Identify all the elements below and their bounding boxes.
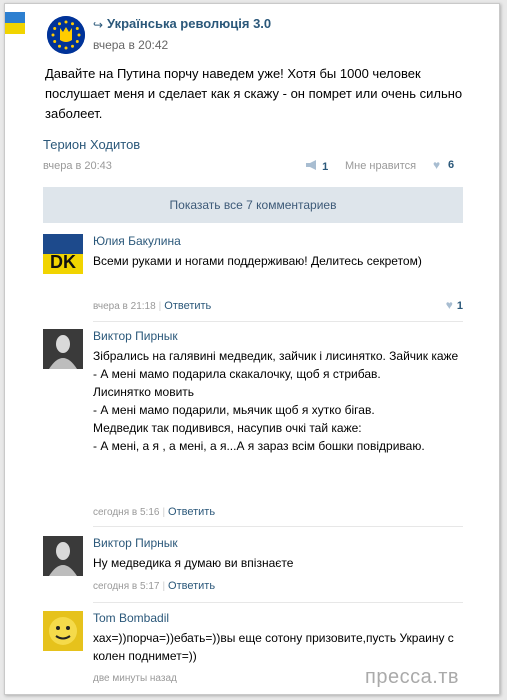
comment-time[interactable]: две минуты назад [93, 673, 177, 684]
post-card: ↪ Украïнська революцiя 3.0 вчера в 20:42… [4, 3, 500, 695]
comment-text: Зiбрались на галявинi медведик, зайчик i… [93, 349, 459, 453]
heart-icon: ♥ [445, 298, 453, 312]
dark-portrait-icon [43, 329, 83, 369]
reply-button[interactable]: Ответить [168, 506, 215, 518]
comment-text: Всеми руками и ногами поддерживаю! Делит… [93, 254, 422, 268]
share-count: 1 [322, 161, 329, 173]
comment-divider [93, 526, 463, 527]
comment-item: DK Юлия Бакулина Всеми руками и ногами п… [43, 234, 463, 314]
comment-time[interactable]: вчера в 21:18 [93, 301, 156, 312]
like-count: 6 [448, 159, 455, 171]
comment-divider [93, 321, 463, 322]
post-text: Давайте на Путина порчу наведем уже! Хот… [45, 66, 463, 121]
comment-text: Ну медведика я думаю ви впiзнаєте [93, 556, 294, 570]
svg-text:DK: DK [50, 252, 76, 272]
comment-meta: сегодня в 5:17 | Ответить [93, 580, 216, 592]
commenter-name[interactable]: Юлия Бакулина [93, 234, 181, 248]
dk-logo-icon: DK [43, 234, 83, 274]
comment-time[interactable]: сегодня в 5:17 [93, 581, 159, 592]
eu-stars-trident-icon [47, 16, 85, 54]
commenter-avatar[interactable] [43, 536, 83, 576]
reply-button[interactable]: Ответить [168, 580, 215, 592]
group-title[interactable]: Украïнська революцiя 3.0 [107, 16, 271, 31]
repost-arrow-icon: ↪ [93, 18, 104, 32]
post-time[interactable]: вчера в 20:42 [93, 38, 168, 52]
show-all-comments-button[interactable]: Показать все 7 комментариев [43, 187, 463, 223]
megaphone-icon [306, 160, 316, 170]
comment-divider [93, 602, 463, 603]
group-avatar[interactable] [47, 16, 85, 54]
comment-like-count: 1 [456, 300, 463, 312]
comment-time[interactable]: сегодня в 5:16 [93, 507, 159, 518]
comment-like-button[interactable]: ♥ 1 [446, 298, 463, 312]
like-label[interactable]: Мне нравится [345, 160, 416, 172]
comment-item: Виктор Пирнык Зiбрались на галявинi медв… [43, 329, 463, 519]
cartoon-face-icon [43, 611, 83, 651]
heart-icon[interactable]: ♥ [433, 158, 440, 172]
commenter-name[interactable]: Виктор Пирнык [93, 536, 178, 550]
watermark: пресса.тв [365, 666, 460, 688]
comment-text: хах=))порча=))ебать=))вы еще сотону приз… [93, 631, 454, 663]
post-author[interactable]: Терион Ходитов [43, 137, 140, 152]
commenter-name[interactable]: Tom Bombadil [93, 611, 169, 625]
commenter-avatar[interactable] [43, 611, 83, 651]
ukraine-flag-icon [5, 12, 25, 34]
reply-button[interactable]: Ответить [164, 300, 211, 312]
commenter-name[interactable]: Виктор Пирнык [93, 329, 178, 343]
comment-meta: сегодня в 5:16 | Ответить [93, 506, 216, 518]
share-button[interactable]: 1 [305, 159, 328, 173]
comment-item: Виктор Пирнык Ну медведика я думаю ви вп… [43, 536, 463, 596]
commenter-avatar[interactable]: DK [43, 234, 83, 274]
dark-portrait-icon [43, 536, 83, 576]
comment-meta: две минуты назад [93, 673, 177, 684]
author-time[interactable]: вчера в 20:43 [43, 160, 112, 172]
commenter-avatar[interactable] [43, 329, 83, 369]
comment-meta: вчера в 21:18 | Ответить [93, 300, 212, 312]
